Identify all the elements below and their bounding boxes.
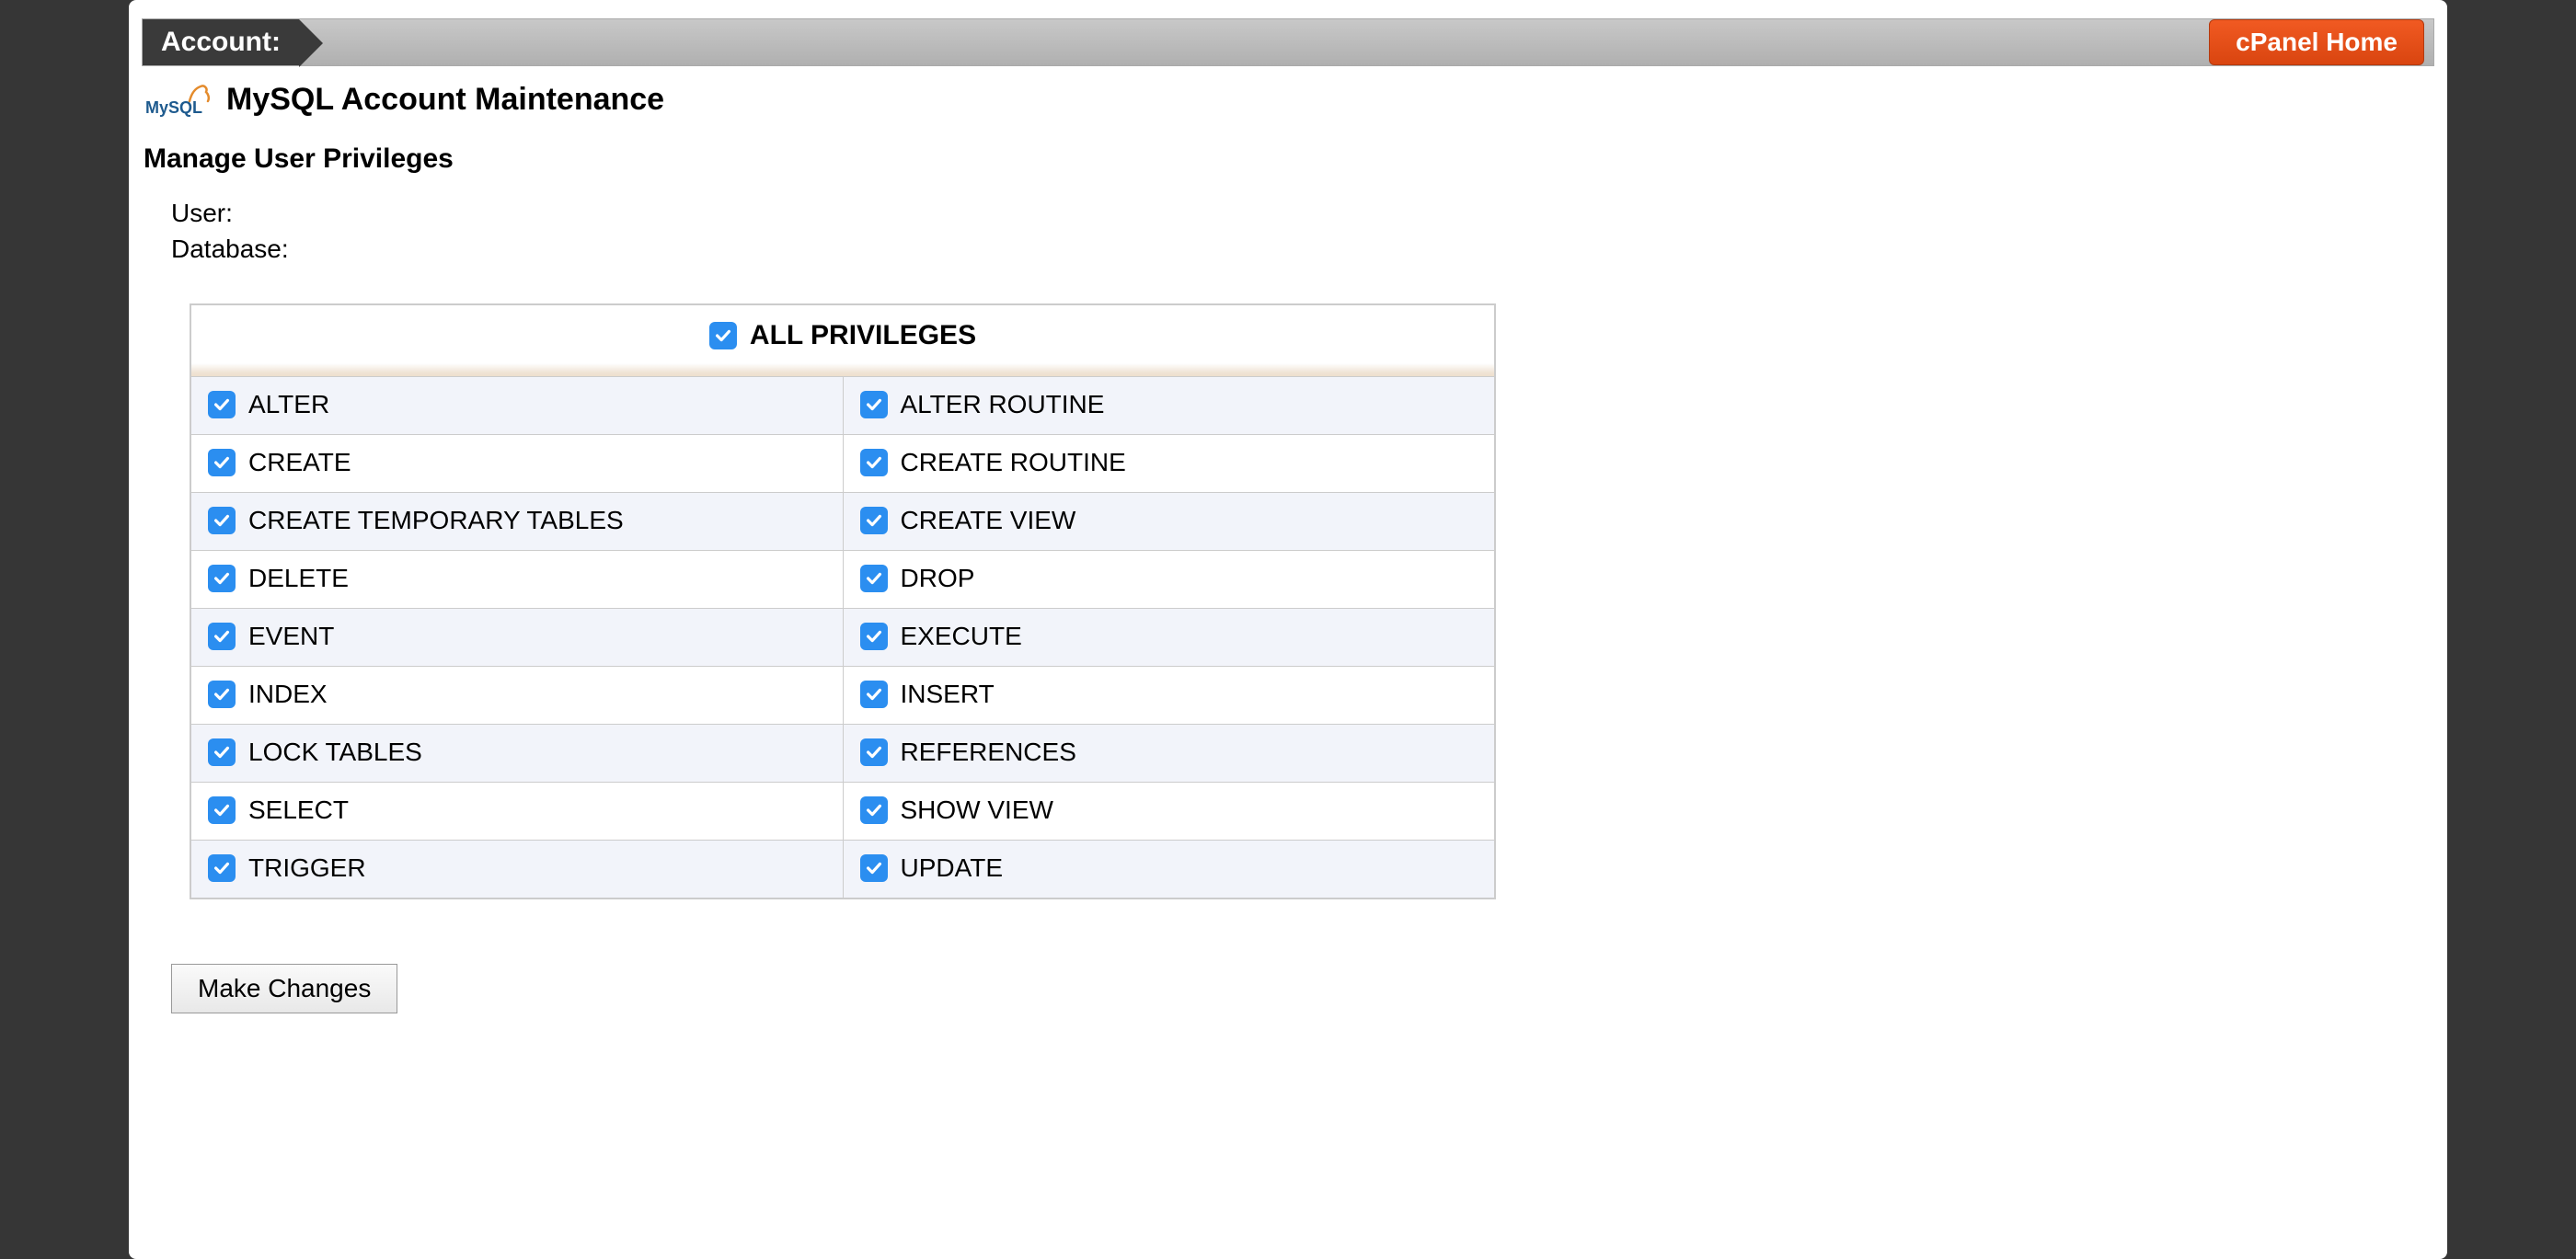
- privilege-checkbox[interactable]: [860, 681, 888, 708]
- privilege-row: CREATE CREATE ROUTINE: [190, 435, 1495, 493]
- privileges-table-wrap: ALL PRIVILEGES ALTERALTER ROUTINECREATEC…: [190, 303, 1496, 899]
- privilege-label: ALTER: [248, 390, 329, 419]
- privilege-row: EVENT EXECUTE: [190, 609, 1495, 667]
- mysql-icon: MySQL: [144, 81, 217, 118]
- privilege-label: INDEX: [248, 680, 328, 709]
- user-label: User:: [171, 199, 233, 227]
- privilege-label: SHOW VIEW: [901, 795, 1053, 825]
- privilege-checkbox[interactable]: [860, 565, 888, 592]
- page-title: MySQL Account Maintenance: [226, 82, 664, 118]
- make-changes-label: Make Changes: [198, 974, 371, 1002]
- all-privileges-checkbox[interactable]: [709, 322, 737, 349]
- privilege-label: CREATE: [248, 448, 351, 477]
- privilege-label: TRIGGER: [248, 853, 366, 883]
- privilege-label: CREATE ROUTINE: [901, 448, 1126, 477]
- account-label-wrap: Account:: [143, 19, 299, 65]
- privilege-label: ALTER ROUTINE: [901, 390, 1105, 419]
- privilege-checkbox[interactable]: [860, 854, 888, 882]
- privilege-row: SELECT SHOW VIEW: [190, 783, 1495, 841]
- privilege-row: DELETE DROP: [190, 551, 1495, 609]
- cpanel-home-label: cPanel Home: [2236, 28, 2398, 56]
- make-changes-button[interactable]: Make Changes: [171, 964, 397, 1013]
- content-area: MySQL MySQL Account Maintenance Manage U…: [129, 66, 2447, 1050]
- privilege-label: DROP: [901, 564, 975, 593]
- privilege-checkbox[interactable]: [208, 738, 236, 766]
- database-label: Database:: [171, 235, 289, 263]
- privilege-row: TRIGGER UPDATE: [190, 841, 1495, 899]
- privilege-checkbox[interactable]: [208, 623, 236, 650]
- privilege-label: CREATE TEMPORARY TABLES: [248, 506, 624, 535]
- user-row: User:: [171, 195, 2432, 231]
- privilege-checkbox[interactable]: [208, 565, 236, 592]
- privilege-checkbox[interactable]: [860, 796, 888, 824]
- privilege-checkbox[interactable]: [208, 507, 236, 534]
- privilege-label: SELECT: [248, 795, 349, 825]
- main-panel: Account: cPanel Home MySQL MySQL Account…: [129, 0, 2447, 1259]
- privilege-row: CREATE TEMPORARY TABLES CREATE VIEW: [190, 493, 1495, 551]
- privilege-checkbox[interactable]: [860, 391, 888, 418]
- account-bar: Account: cPanel Home: [142, 18, 2434, 66]
- privilege-label: EVENT: [248, 622, 334, 651]
- privilege-checkbox[interactable]: [208, 854, 236, 882]
- privilege-label: UPDATE: [901, 853, 1004, 883]
- section-title: Manage User Privileges: [144, 143, 2432, 175]
- privilege-checkbox[interactable]: [208, 681, 236, 708]
- all-privileges-row: ALL PRIVILEGES: [190, 304, 1495, 363]
- all-privileges-label: ALL PRIVILEGES: [750, 320, 976, 351]
- privilege-checkbox[interactable]: [208, 391, 236, 418]
- privilege-checkbox[interactable]: [860, 623, 888, 650]
- privilege-row: INDEX INSERT: [190, 667, 1495, 725]
- account-label: Account:: [161, 27, 281, 58]
- title-row: MySQL MySQL Account Maintenance: [144, 81, 2432, 118]
- database-row: Database:: [171, 231, 2432, 267]
- cpanel-home-button[interactable]: cPanel Home: [2209, 19, 2424, 65]
- privilege-checkbox[interactable]: [860, 738, 888, 766]
- privilege-checkbox[interactable]: [208, 449, 236, 476]
- privilege-label: DELETE: [248, 564, 349, 593]
- privilege-checkbox[interactable]: [208, 796, 236, 824]
- privileges-table: ALL PRIVILEGES ALTERALTER ROUTINECREATEC…: [190, 303, 1496, 899]
- privilege-label: LOCK TABLES: [248, 738, 422, 767]
- privilege-label: EXECUTE: [901, 622, 1022, 651]
- user-db-info: User: Database:: [171, 195, 2432, 267]
- privilege-label: CREATE VIEW: [901, 506, 1076, 535]
- privilege-checkbox[interactable]: [860, 507, 888, 534]
- privilege-label: REFERENCES: [901, 738, 1076, 767]
- privilege-row: LOCK TABLES REFERENCES: [190, 725, 1495, 783]
- privilege-label: INSERT: [901, 680, 995, 709]
- privilege-checkbox[interactable]: [860, 449, 888, 476]
- privilege-row: ALTER ALTER ROUTINE: [190, 377, 1495, 435]
